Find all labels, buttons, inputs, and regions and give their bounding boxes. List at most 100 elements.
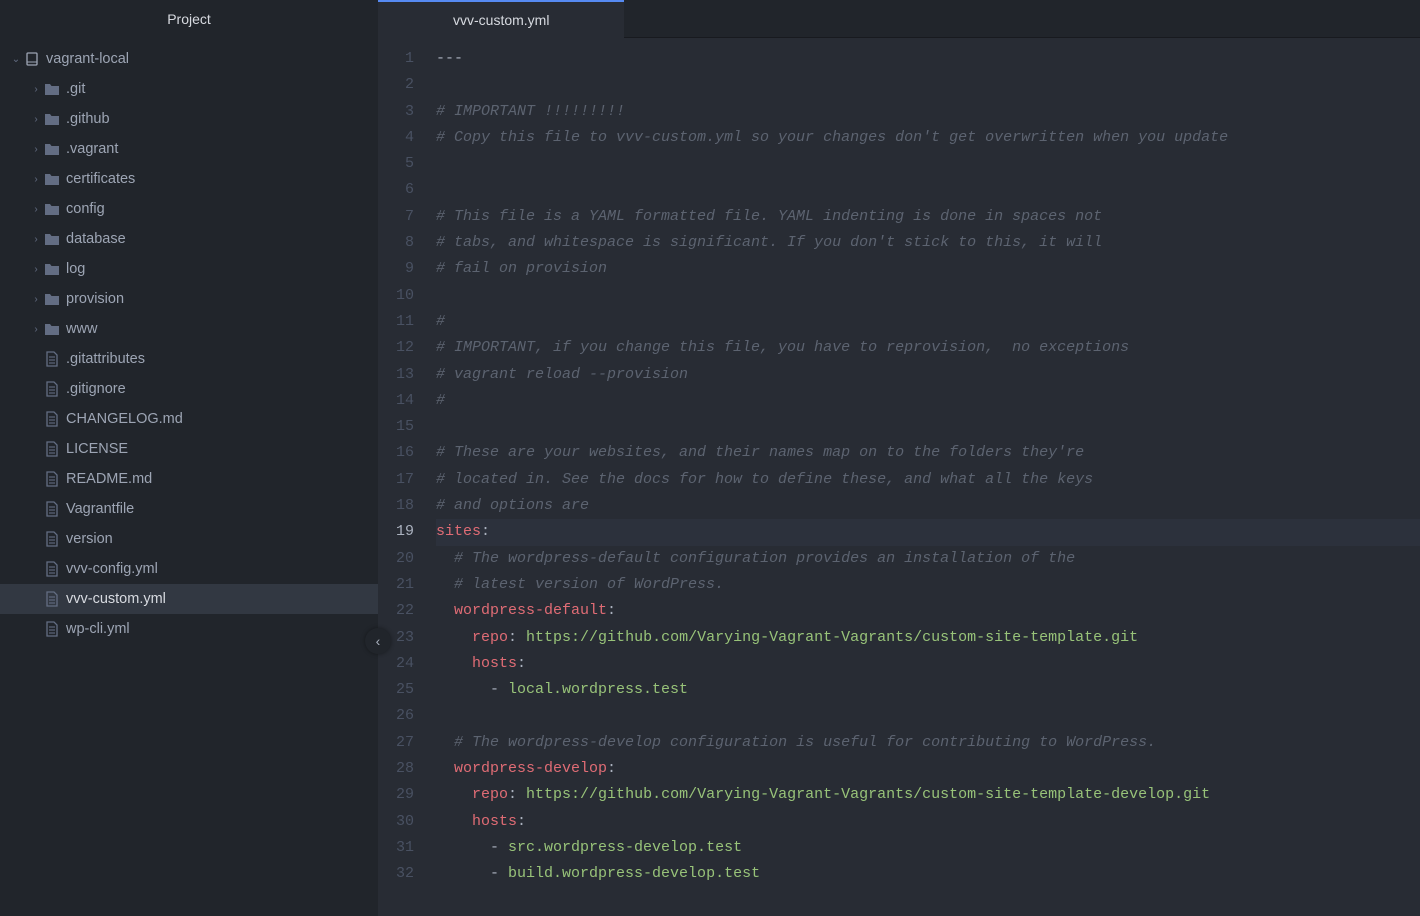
collapse-sidebar-handle[interactable]: ‹ — [365, 628, 391, 654]
line-number: 8 — [378, 230, 414, 256]
tree-file-readme-md[interactable]: README.md — [0, 464, 378, 494]
tree-file-license[interactable]: LICENSE — [0, 434, 378, 464]
code-line[interactable]: hosts: — [436, 651, 1420, 677]
tree-file-version[interactable]: version — [0, 524, 378, 554]
code-line[interactable] — [436, 151, 1420, 177]
line-number: 13 — [378, 362, 414, 388]
line-number: 1 — [378, 46, 414, 72]
tree-item-label: version — [66, 531, 113, 547]
code-line[interactable]: # — [436, 388, 1420, 414]
code-line[interactable]: # and options are — [436, 493, 1420, 519]
file-icon — [42, 561, 62, 577]
code-line[interactable]: # IMPORTANT !!!!!!!!! — [436, 99, 1420, 125]
sidebar: Project ⌄ vagrant-local ›.git›.github›.v… — [0, 0, 378, 916]
code-line[interactable]: # — [436, 309, 1420, 335]
code-line[interactable]: wordpress-develop: — [436, 756, 1420, 782]
line-number: 24 — [378, 651, 414, 677]
code-line[interactable]: # tabs, and whitespace is significant. I… — [436, 230, 1420, 256]
line-number: 28 — [378, 756, 414, 782]
chevron-right-icon: › — [30, 174, 42, 185]
code-line[interactable]: - local.wordpress.test — [436, 677, 1420, 703]
chevron-right-icon: › — [30, 294, 42, 305]
line-number: 7 — [378, 204, 414, 230]
tree-file-vvv-custom-yml[interactable]: vvv-custom.yml — [0, 584, 378, 614]
line-number: 9 — [378, 256, 414, 282]
tree-file-vagrantfile[interactable]: Vagrantfile — [0, 494, 378, 524]
editor-body[interactable]: 1234567891011121314151617181920212223242… — [378, 38, 1420, 916]
line-number: 20 — [378, 546, 414, 572]
tree-item-label: log — [66, 261, 85, 277]
tree-item-label: vvv-config.yml — [66, 561, 158, 577]
code-line[interactable] — [436, 283, 1420, 309]
tree-folder-www[interactable]: ›www — [0, 314, 378, 344]
tree-item-label: database — [66, 231, 126, 247]
line-number: 31 — [378, 835, 414, 861]
line-number: 22 — [378, 598, 414, 624]
chevron-right-icon: › — [30, 264, 42, 275]
code-line[interactable] — [436, 703, 1420, 729]
code-line[interactable]: --- — [436, 46, 1420, 72]
code-line[interactable]: repo: https://github.com/Varying-Vagrant… — [436, 782, 1420, 808]
tree-folder--github[interactable]: ›.github — [0, 104, 378, 134]
code-line[interactable]: # The wordpress-develop configuration is… — [436, 730, 1420, 756]
tree-folder--git[interactable]: ›.git — [0, 74, 378, 104]
code-line[interactable]: # located in. See the docs for how to de… — [436, 467, 1420, 493]
code-line[interactable]: repo: https://github.com/Varying-Vagrant… — [436, 625, 1420, 651]
folder-icon — [42, 112, 62, 126]
tree-file--gitattributes[interactable]: .gitattributes — [0, 344, 378, 374]
code-line[interactable]: - build.wordpress-develop.test — [436, 861, 1420, 887]
line-number: 12 — [378, 335, 414, 361]
code-line[interactable]: # The wordpress-default configuration pr… — [436, 546, 1420, 572]
tab-title: vvv-custom.yml — [453, 12, 549, 28]
code-line[interactable] — [436, 72, 1420, 98]
folder-icon — [42, 292, 62, 306]
tree-folder-certificates[interactable]: ›certificates — [0, 164, 378, 194]
tree-file-changelog-md[interactable]: CHANGELOG.md — [0, 404, 378, 434]
tree-item-label: .vagrant — [66, 141, 118, 157]
code-line[interactable] — [436, 414, 1420, 440]
code-content[interactable]: --- # IMPORTANT !!!!!!!!!# Copy this fil… — [428, 38, 1420, 916]
tab-bar-empty[interactable] — [624, 0, 1420, 38]
tree-root[interactable]: ⌄ vagrant-local — [0, 44, 378, 74]
code-line[interactable]: # These are your websites, and their nam… — [436, 440, 1420, 466]
line-number: 15 — [378, 414, 414, 440]
tree-item-label: config — [66, 201, 105, 217]
line-number: 25 — [378, 677, 414, 703]
folder-icon — [42, 82, 62, 96]
line-number: 17 — [378, 467, 414, 493]
tree-file-vvv-config-yml[interactable]: vvv-config.yml — [0, 554, 378, 584]
code-line[interactable]: # IMPORTANT, if you change this file, yo… — [436, 335, 1420, 361]
tab-active[interactable]: vvv-custom.yml — [378, 0, 624, 38]
repo-icon — [22, 51, 42, 67]
code-line[interactable]: # fail on provision — [436, 256, 1420, 282]
tree-item-label: CHANGELOG.md — [66, 411, 183, 427]
tree-item-label: wp-cli.yml — [66, 621, 130, 637]
code-line[interactable]: # This file is a YAML formatted file. YA… — [436, 204, 1420, 230]
file-icon — [42, 591, 62, 607]
code-line[interactable]: - src.wordpress-develop.test — [436, 835, 1420, 861]
code-line[interactable]: # vagrant reload --provision — [436, 362, 1420, 388]
tree-folder-database[interactable]: ›database — [0, 224, 378, 254]
line-number: 16 — [378, 440, 414, 466]
code-line[interactable]: hosts: — [436, 809, 1420, 835]
tab-bar: vvv-custom.yml — [378, 0, 1420, 38]
line-number: 29 — [378, 782, 414, 808]
tree-folder-log[interactable]: › log — [0, 254, 378, 284]
tree-folder--vagrant[interactable]: ›.vagrant — [0, 134, 378, 164]
line-number: 2 — [378, 72, 414, 98]
tree-folder-provision[interactable]: ›provision — [0, 284, 378, 314]
tree-item-label: .git — [66, 81, 85, 97]
code-line[interactable]: # Copy this file to vvv-custom.yml so yo… — [436, 125, 1420, 151]
code-line[interactable]: # latest version of WordPress. — [436, 572, 1420, 598]
code-line[interactable]: wordpress-default: — [436, 598, 1420, 624]
tree-file-wp-cli-yml[interactable]: wp-cli.yml — [0, 614, 378, 644]
chevron-down-icon: ⌄ — [10, 54, 22, 65]
file-icon — [42, 531, 62, 547]
line-number: 5 — [378, 151, 414, 177]
line-number: 6 — [378, 177, 414, 203]
tree-file--gitignore[interactable]: .gitignore — [0, 374, 378, 404]
code-line[interactable]: sites: — [436, 519, 1420, 545]
file-icon — [42, 351, 62, 367]
code-line[interactable] — [436, 177, 1420, 203]
tree-folder-config[interactable]: ›config — [0, 194, 378, 224]
